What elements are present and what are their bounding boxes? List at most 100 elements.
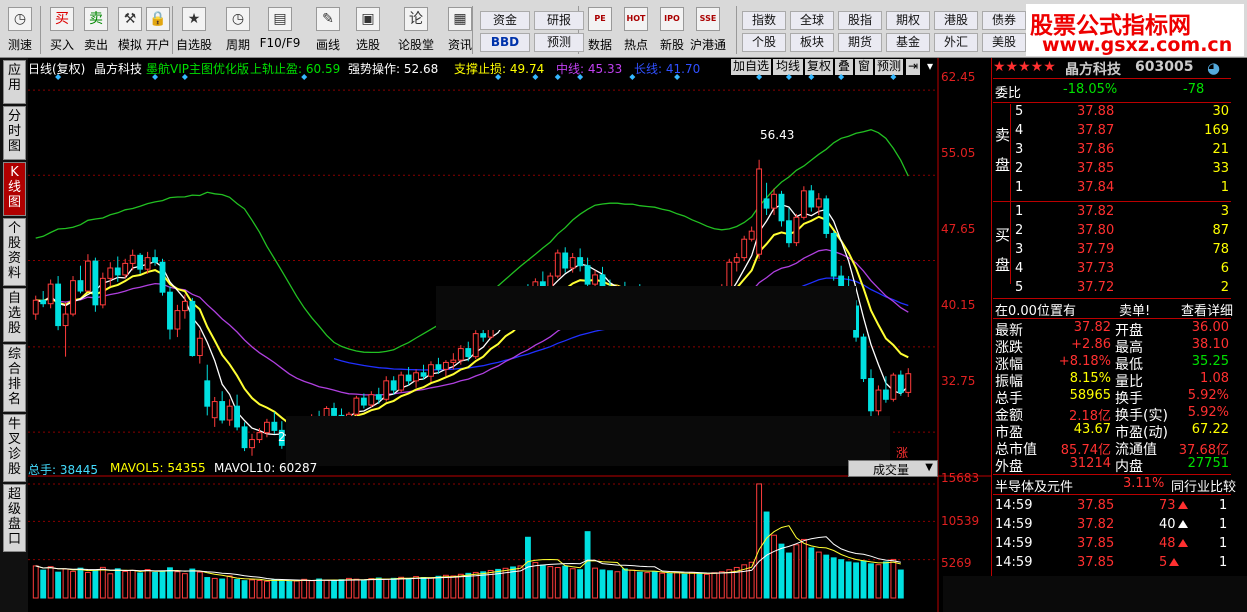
stack-button[interactable]: 研报 <box>534 11 584 30</box>
volume-indicator-select[interactable]: 成交量 ▼ <box>848 460 938 477</box>
选股-button[interactable]: ▣ 选股 <box>350 6 386 54</box>
market-button-外汇[interactable]: 外汇 <box>934 33 978 52</box>
自选股-button[interactable]: ★ 自选股 <box>176 6 212 54</box>
signal-diamond-icon <box>152 74 159 80</box>
bid-price: 37.73 <box>1077 261 1115 276</box>
开户-button[interactable]: 🔒 开户 <box>140 6 176 54</box>
ask-row: 4 37.87 169 <box>993 123 1231 141</box>
volume-bar <box>823 554 830 599</box>
toolbar-label: 自选股 <box>175 38 212 52</box>
volume-bar <box>263 580 270 599</box>
market-button-指数[interactable]: 指数 <box>742 11 786 30</box>
ask-row: 3 37.86 21 <box>993 142 1231 160</box>
volume-bar <box>428 577 434 599</box>
沪港通-button[interactable]: SSE 沪港通 <box>690 6 726 54</box>
nav-tab-分时图[interactable]: 分时图 <box>3 106 26 160</box>
candle-body <box>808 190 815 208</box>
volume-bar <box>390 577 397 599</box>
market-button-基金[interactable]: 基金 <box>886 33 930 52</box>
candle-body <box>249 439 255 449</box>
toolbar-separator <box>736 6 737 54</box>
market-button-全球[interactable]: 全球 <box>790 11 834 30</box>
sector-name: 半导体及元件 <box>995 480 1074 495</box>
volume-bar <box>703 573 710 599</box>
volume-bar <box>204 577 211 599</box>
bid-row: 1 37.82 3 <box>993 204 1231 222</box>
画线-button[interactable]: ✎ 画线 <box>310 6 346 54</box>
F10/F9-button[interactable]: ▤ F10/F9 <box>260 6 300 54</box>
market-button-港股[interactable]: 港股 <box>934 11 978 30</box>
market-button-债券[interactable]: 债券 <box>982 11 1026 30</box>
candle-body <box>234 405 241 428</box>
volume-bar <box>868 563 874 599</box>
热点-button[interactable]: HOT 热点 <box>618 6 654 54</box>
divider <box>993 494 1231 495</box>
market-button-股指[interactable]: 股指 <box>838 11 882 30</box>
industry-compare-link[interactable]: 同行业比较 <box>1171 476 1236 495</box>
market-button-期货[interactable]: 期货 <box>838 33 882 52</box>
view-detail-link[interactable]: 查看详细 <box>1181 300 1233 319</box>
signal-diamond-icon <box>808 74 815 80</box>
volume-bar <box>450 575 457 599</box>
candle-body <box>450 359 457 363</box>
divider <box>993 318 1231 319</box>
stat-value: 35.25 <box>1191 354 1229 369</box>
candle-body <box>331 407 337 416</box>
candle-body <box>442 361 449 370</box>
nav-tab-自选股[interactable]: 自选股 <box>3 288 26 342</box>
candle-body <box>62 313 69 327</box>
low-annotation: 2 <box>278 430 286 444</box>
bid-price: 37.72 <box>1077 280 1115 295</box>
volume-bar <box>599 569 606 599</box>
bid-level: 4 <box>1015 261 1024 276</box>
volume-bar <box>398 576 405 599</box>
market-button-个股[interactable]: 个股 <box>742 33 786 52</box>
kline-svg[interactable] <box>28 58 992 612</box>
candle-body <box>271 421 278 431</box>
volume-bar <box>674 572 681 599</box>
volume-bar <box>234 579 241 599</box>
volume-bar <box>659 572 666 599</box>
ask-level: 3 <box>1015 142 1024 157</box>
nav-tab-牛叉诊股[interactable]: 牛叉诊股 <box>3 414 26 482</box>
volume-bar <box>897 569 904 599</box>
stack-button[interactable]: BBD <box>480 33 530 52</box>
volume-bar <box>271 579 278 599</box>
candle-body <box>577 257 584 267</box>
nav-tab-综合排名[interactable]: 综合排名 <box>3 344 26 412</box>
market-button-板块[interactable]: 板块 <box>790 33 834 52</box>
volume-bar <box>405 577 412 599</box>
position-row: 在0.00位置有 卖单! 查看详细 <box>993 300 1233 319</box>
nav-tab-超级盘口[interactable]: 超级盘口 <box>3 484 26 552</box>
nav-tab-K线图[interactable]: K线图 <box>3 162 26 216</box>
stat-value: +2.86 <box>1071 337 1111 352</box>
nav-tab-应用[interactable]: 应用 <box>3 60 26 104</box>
新股-button[interactable]: IPO 新股 <box>654 6 690 54</box>
toolbar-label: 资讯 <box>447 38 472 52</box>
ask-level: 4 <box>1015 123 1024 138</box>
volume-bar <box>756 483 763 599</box>
ask-row: 2 37.85 33 <box>993 161 1231 179</box>
stack-button[interactable]: 资金 <box>480 11 530 30</box>
market-button-美股[interactable]: 美股 <box>982 33 1026 52</box>
candle-body <box>398 374 405 391</box>
quote-header: ★★★★★ 晶方科技 603005 ◕ <box>993 59 1231 78</box>
volume-bar <box>189 568 196 599</box>
candle-body <box>92 260 99 306</box>
volume-axis-label: 10539 <box>941 514 980 528</box>
volume-bar <box>532 562 539 599</box>
周期-button[interactable]: ◷ 周期 <box>220 6 256 54</box>
nav-tab-个股资料[interactable]: 个股资料 <box>3 218 26 286</box>
mavol10-label: MAVOL10: 60287 <box>214 461 318 475</box>
toolbar-label: 周期 <box>225 38 250 52</box>
stack-button[interactable]: 预测 <box>534 33 584 52</box>
candle-body <box>771 193 777 209</box>
trade-row: 14:59 37.85 48 1 <box>993 536 1231 554</box>
candle-body <box>733 257 740 263</box>
market-button-期权[interactable]: 期权 <box>886 11 930 30</box>
数据-button[interactable]: PE 数据 <box>582 6 618 54</box>
测速-button[interactable]: ◷ 测速 <box>2 6 38 54</box>
volume-bar <box>122 570 129 599</box>
论股堂-button[interactable]: 论论股堂 <box>398 6 434 54</box>
ask-level: 1 <box>1015 180 1024 195</box>
